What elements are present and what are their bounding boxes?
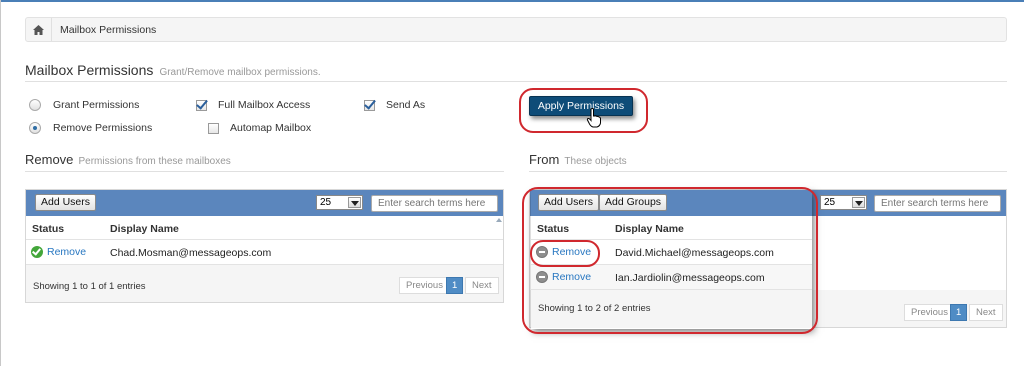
page-header: Mailbox Permissions Grant/Remove mailbox… <box>25 62 1007 82</box>
automap-checkbox[interactable] <box>208 122 219 134</box>
automap-mailbox-option[interactable]: Automap Mailbox <box>208 122 311 134</box>
remove-page-1-button[interactable]: 1 <box>446 277 464 294</box>
send-as-label: Send As <box>386 99 426 111</box>
from-next-button[interactable]: Next <box>969 304 1003 321</box>
remove-mailboxes-panel: Add Users 25 Status Display Name Remove … <box>25 189 504 303</box>
send-as-checkbox[interactable] <box>364 99 375 111</box>
remove-search-input[interactable] <box>371 195 498 212</box>
remove-table-header: Status Display Name <box>26 216 503 240</box>
remove-table-footer: Showing 1 to 1 of 1 entries Previous 1 N… <box>26 265 503 302</box>
add-groups-button[interactable]: Add Groups <box>599 194 668 211</box>
row-status[interactable]: Remove <box>536 271 591 283</box>
send-as-option[interactable]: Send As <box>364 99 425 111</box>
chevron-down-icon[interactable] <box>348 197 361 208</box>
page-subtitle: Grant/Remove mailbox permissions. <box>159 67 321 78</box>
row-display-name: Chad.Mosman@messageops.com <box>110 247 272 259</box>
row-status[interactable]: Remove <box>31 246 86 258</box>
row-display-name: David.Michael@messageops.com <box>615 247 774 259</box>
table-row: Remove Chad.Mosman@messageops.com <box>26 240 503 265</box>
top-accent-line <box>1 0 1024 2</box>
sort-icon[interactable] <box>496 218 502 222</box>
chevron-down-icon[interactable] <box>852 197 865 208</box>
from-section-header: From These objects <box>529 152 1007 172</box>
full-access-checkbox[interactable] <box>196 99 207 111</box>
automap-label: Automap Mailbox <box>230 122 312 134</box>
from-col-status[interactable]: Status <box>537 223 569 235</box>
full-access-label: Full Mailbox Access <box>218 99 311 111</box>
from-page-1-button[interactable]: 1 <box>950 304 968 321</box>
row-status-link[interactable]: Remove <box>552 246 591 258</box>
hand-cursor-icon <box>586 108 601 128</box>
minus-circle-icon <box>536 246 548 258</box>
remove-add-users-button[interactable]: Add Users <box>35 194 97 211</box>
remove-next-button[interactable]: Next <box>465 277 499 294</box>
remove-section-subtitle: Permissions from these mailboxes <box>78 156 231 167</box>
home-icon[interactable] <box>26 18 52 41</box>
remove-radio[interactable] <box>29 122 41 134</box>
grant-radio[interactable] <box>29 99 41 111</box>
remove-section-header: Remove Permissions from these mailboxes <box>25 152 504 172</box>
from-entries-info: Showing 1 to 2 of 2 entries <box>538 303 651 314</box>
row-display-name: Ian.Jardiolin@messageops.com <box>615 272 765 284</box>
row-status-link[interactable]: Remove <box>552 271 591 283</box>
remove-section-title: Remove <box>25 152 74 167</box>
from-search-input[interactable] <box>874 195 1001 212</box>
from-table-header: Status Display Name <box>531 216 812 240</box>
from-table-highlighted: Add Users Add Groups Status Display Name… <box>531 190 812 329</box>
from-col-display-name[interactable]: Display Name <box>615 223 684 235</box>
remove-page-size-value: 25 <box>320 197 332 208</box>
row-status[interactable]: Remove <box>536 246 591 258</box>
remove-label: Remove Permissions <box>53 122 153 134</box>
apply-permissions-button[interactable]: Apply Permissions <box>529 96 633 116</box>
grant-permissions-option[interactable]: Grant Permissions <box>29 99 139 111</box>
breadcrumb: Mailbox Permissions <box>25 17 1007 42</box>
page-title: Mailbox Permissions <box>25 62 154 78</box>
remove-previous-button[interactable]: Previous <box>399 277 450 294</box>
from-previous-button[interactable]: Previous <box>904 304 955 321</box>
remove-permissions-option[interactable]: Remove Permissions <box>29 122 152 134</box>
full-mailbox-access-option[interactable]: Full Mailbox Access <box>196 99 310 111</box>
from-toolbar: Add Users Add Groups <box>531 190 812 216</box>
from-group-footer: Showing 1 to 2 of 2 entries <box>531 290 812 328</box>
remove-toolbar: Add Users 25 <box>26 190 503 216</box>
from-add-users-button[interactable]: Add Users <box>538 194 600 211</box>
check-circle-icon <box>31 246 43 258</box>
minus-circle-icon <box>536 271 548 283</box>
breadcrumb-current: Mailbox Permissions <box>60 23 157 36</box>
remove-page-size-select[interactable]: 25 <box>316 195 363 210</box>
remove-entries-info: Showing 1 to 1 of 1 entries <box>33 281 146 292</box>
from-section-title: From <box>529 152 560 167</box>
table-row: Remove David.Michael@messageops.com <box>531 240 812 265</box>
from-page-size-value: 25 <box>824 197 836 208</box>
remove-col-status[interactable]: Status <box>32 223 64 235</box>
row-status-link[interactable]: Remove <box>47 246 86 258</box>
remove-col-display-name[interactable]: Display Name <box>110 223 179 235</box>
from-page-size-select[interactable]: 25 <box>820 195 867 210</box>
table-row: Remove Ian.Jardiolin@messageops.com <box>531 265 812 290</box>
from-section-subtitle: These objects <box>564 156 627 167</box>
grant-label: Grant Permissions <box>53 99 140 111</box>
